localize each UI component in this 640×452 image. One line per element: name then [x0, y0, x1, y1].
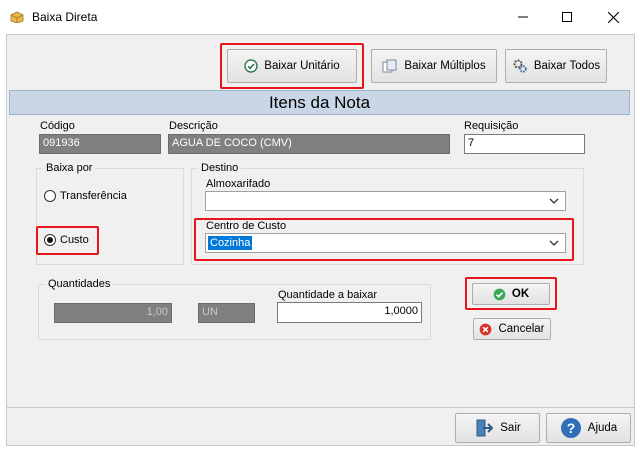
requisicao-field[interactable]: 7: [464, 134, 585, 154]
baixar-multiplos-button[interactable]: Baixar Múltiplos: [371, 49, 497, 83]
centro-custo-label: Centro de Custo: [206, 220, 287, 232]
chevron-down-icon: [549, 198, 559, 204]
help-icon: ?: [560, 418, 581, 438]
cancelar-button[interactable]: Cancelar: [473, 318, 551, 340]
section-title: Itens da Nota: [268, 92, 371, 112]
destino-title: Destino: [198, 162, 242, 174]
radio-circle: [44, 190, 56, 202]
maximize-button[interactable]: [544, 0, 590, 34]
quantidade-baixar-label: Quantidade a baixar: [278, 289, 378, 301]
sair-button[interactable]: Sair: [455, 413, 540, 443]
quantidade-field: 1,00: [54, 303, 172, 323]
quantidade-baixar-field[interactable]: 1,0000: [277, 302, 422, 323]
ok-button[interactable]: OK: [472, 283, 550, 305]
footer-divider: [7, 407, 634, 408]
dialog-client: Baixar Unitário Baixar Múltiplos Baixar …: [6, 34, 635, 446]
window-title: Baixa Direta: [32, 10, 98, 24]
almoxarifado-label: Almoxarifado: [206, 178, 271, 190]
baixar-todos-button[interactable]: Baixar Todos: [505, 49, 607, 83]
close-button[interactable]: [590, 0, 636, 34]
close-icon: [607, 11, 619, 23]
unidade-field: UN: [198, 303, 255, 323]
cancel-circle-icon: [480, 323, 492, 335]
minimize-icon: [518, 16, 528, 18]
radio-circle-selected: [44, 234, 56, 246]
centro-custo-select[interactable]: Cozinha: [205, 233, 566, 253]
radio-custo-label: Custo: [60, 234, 89, 246]
check-circle-icon: [493, 288, 506, 300]
app-icon: [10, 11, 24, 23]
check-circle-icon: [244, 59, 258, 73]
minimize-button[interactable]: [500, 0, 546, 34]
radio-transferencia[interactable]: Transferência: [44, 190, 127, 202]
requisicao-label: Requisição: [464, 120, 519, 132]
exit-door-icon: [476, 419, 494, 437]
codigo-field: 091936: [39, 134, 161, 154]
centro-custo-value: Cozinha: [208, 236, 253, 250]
codigo-label: Código: [40, 120, 75, 132]
maximize-icon: [562, 12, 572, 22]
almoxarifado-select[interactable]: [205, 191, 566, 211]
quantidades-title: Quantidades: [45, 278, 114, 290]
descricao-label: Descrição: [169, 120, 218, 132]
chevron-down-icon: [549, 240, 559, 246]
section-header: Itens da Nota: [9, 90, 630, 115]
baixa-por-title: Baixa por: [43, 162, 96, 174]
gears-icon: [513, 59, 527, 73]
documents-icon: [382, 59, 397, 73]
svg-text:?: ?: [567, 420, 576, 436]
descricao-field: AGUA DE COCO (CMV): [168, 134, 450, 154]
radio-transferencia-label: Transferência: [60, 190, 127, 202]
radio-custo[interactable]: Custo: [44, 234, 89, 246]
ajuda-button[interactable]: ? Ajuda: [546, 413, 631, 443]
title-bar: Baixa Direta: [0, 0, 640, 34]
baixar-unitario-button[interactable]: Baixar Unitário: [227, 49, 357, 83]
